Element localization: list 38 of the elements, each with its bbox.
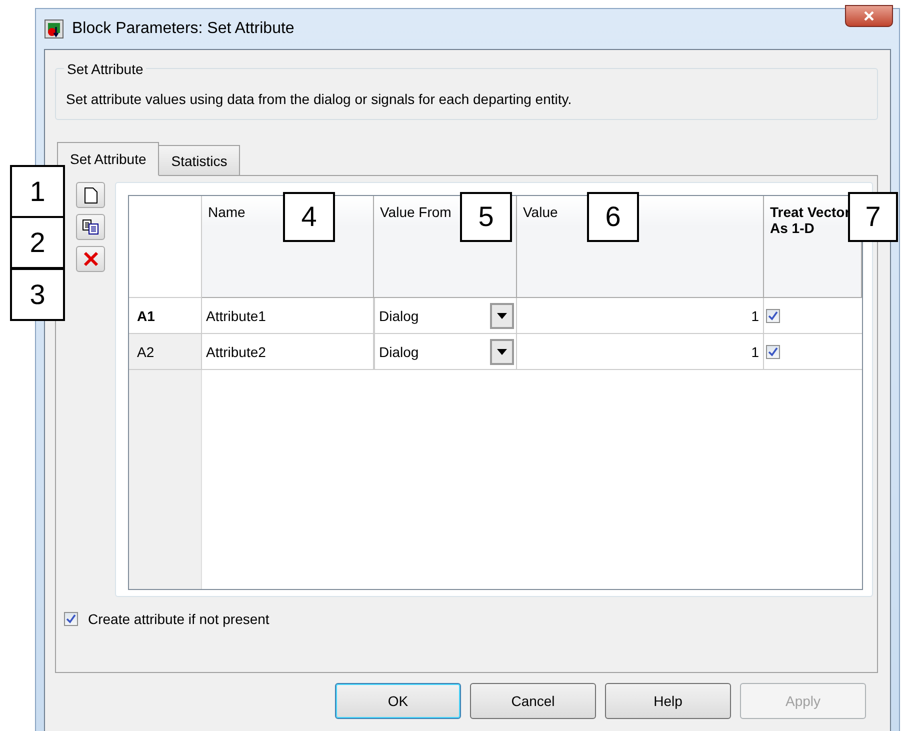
callout-number: 6 <box>587 192 639 242</box>
dialog-button[interactable]: Cancel <box>470 683 596 719</box>
callout-number: 5 <box>460 192 512 242</box>
description-text: Set attribute values using data from the dialog or signals for each departing entity. <box>66 91 572 107</box>
checkbox[interactable] <box>766 308 780 322</box>
callout-number: 2 <box>10 216 65 269</box>
row-header[interactable]: A1 <box>129 298 202 334</box>
callout-number: 4 <box>283 192 335 242</box>
value-from-dropdown[interactable]: Dialog <box>374 334 517 370</box>
copy-icon <box>82 219 100 235</box>
dialog-button[interactable]: OK <box>335 683 461 719</box>
dropdown-button[interactable] <box>490 302 514 328</box>
value-from-dropdown[interactable]: Dialog <box>374 298 517 334</box>
copy-row-button[interactable] <box>76 214 105 240</box>
blank-page-icon <box>84 186 98 204</box>
dropdown-button[interactable] <box>490 338 514 364</box>
tab[interactable]: Set Attribute <box>57 142 160 176</box>
value-cell[interactable]: 1 <box>517 298 764 334</box>
callout-number: 7 <box>848 192 898 242</box>
new-row-button[interactable] <box>76 182 105 208</box>
row-header[interactable]: A2 <box>129 334 202 370</box>
checkbox-label: Create attribute if not present <box>88 611 270 627</box>
delete-icon <box>82 251 98 267</box>
caret-icon <box>497 348 507 354</box>
window-title: Block Parameters: Set Attribute <box>72 20 294 38</box>
value-cell[interactable]: 1 <box>517 334 764 370</box>
block-icon <box>44 19 64 39</box>
close-icon <box>863 11 875 21</box>
caret-icon <box>497 312 507 318</box>
close-button[interactable] <box>845 5 893 27</box>
checkbox[interactable] <box>766 344 780 358</box>
callout-number: 1 <box>10 165 65 218</box>
group-title: Set Attribute <box>64 61 146 77</box>
dialog-button[interactable]: Help <box>605 683 731 719</box>
callout-number: 3 <box>10 268 65 321</box>
delete-row-button[interactable] <box>76 246 105 272</box>
checkbox[interactable] <box>64 612 78 626</box>
tab[interactable]: Statistics <box>158 145 240 175</box>
